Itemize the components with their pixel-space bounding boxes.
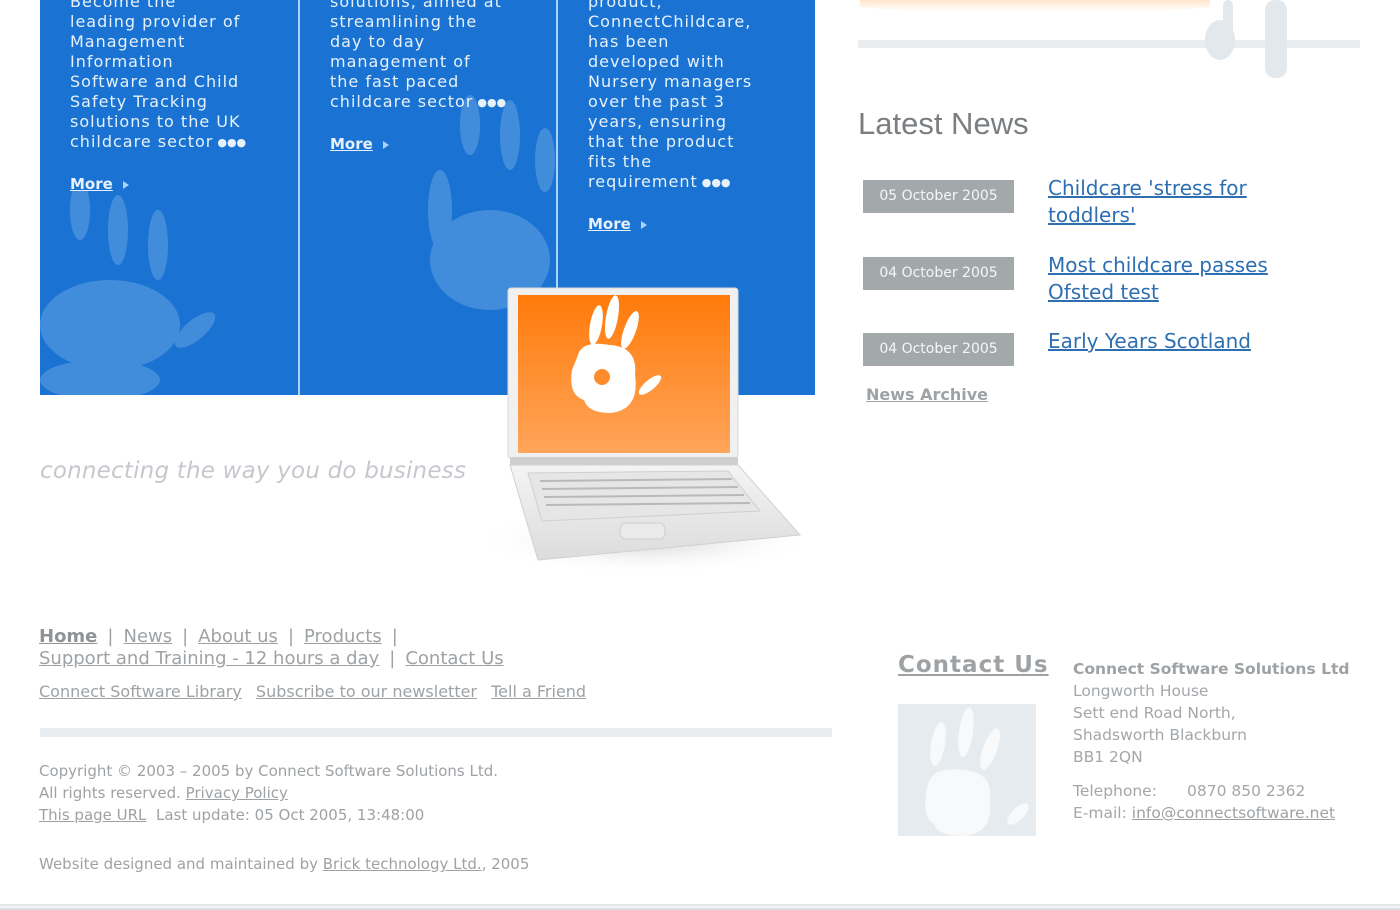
nav-about-link[interactable]: About us (198, 626, 278, 647)
news-title-link[interactable]: Most childcare passes Ofsted test (1048, 252, 1288, 306)
arrow-right-icon (640, 220, 647, 229)
ellipsis-icon: ●●● (701, 175, 731, 189)
newsletter-link[interactable]: Subscribe to our newsletter (256, 682, 477, 701)
software-library-link[interactable]: Connect Software Library (39, 682, 242, 701)
nav-separator: | (287, 626, 295, 647)
more-link[interactable]: More (588, 215, 647, 233)
nav-separator: | (182, 626, 189, 647)
company-name: Connect Software Solutions Ltd (1073, 660, 1350, 678)
more-link[interactable]: More (70, 175, 129, 193)
last-update-text: Last update: 05 Oct 2005, 13:48:00 (155, 806, 425, 824)
nav-support-link[interactable]: Support and Training - 12 hours a day (39, 648, 379, 669)
tagline: connecting the way you do business (40, 458, 467, 484)
designer-credit-year: , 2005 (481, 855, 530, 873)
email-label: E-mail: (1073, 804, 1127, 822)
nav-home-link[interactable]: Home (39, 626, 97, 647)
nav-products-link[interactable]: Products (304, 626, 382, 647)
copyright-block: Copyright © 2003 – 2005 by Connect Softw… (39, 760, 498, 826)
arrow-right-icon (382, 140, 389, 149)
address-line: Sett end Road North, (1073, 704, 1236, 722)
promo-column-1: Become the leading provider of Managemen… (40, 0, 298, 395)
phone-label: Telephone: (1073, 782, 1157, 800)
address-line: Shadsworth Blackburn (1073, 726, 1247, 744)
promo-text: Become the leading provider of Managemen… (70, 0, 247, 151)
top-banner-glow (860, 0, 1210, 12)
privacy-policy-link[interactable]: Privacy Policy (186, 784, 288, 802)
contact-details: Connect Software Solutions Ltd Longworth… (1073, 658, 1349, 824)
promo-text: solutions, aimed at streamlining the day… (330, 0, 507, 111)
promo-text: product, ConnectChildcare, has been deve… (588, 0, 753, 191)
page-url-link[interactable]: This page URL (39, 806, 146, 824)
footer-nav: Home | News | About us | Products | Support and… (39, 626, 639, 670)
designer-credit: Website designed and maintained by Brick… (39, 855, 529, 873)
arrow-right-icon (122, 180, 129, 189)
handprint-icon (925, 707, 1029, 836)
handprint-decoration-icon (1205, 0, 1287, 78)
nav-separator: | (107, 626, 114, 647)
copyright-text: Copyright © 2003 – 2005 by Connect Softw… (39, 762, 499, 780)
nav-separator: | (391, 626, 398, 647)
laptop-illustration-icon (475, 287, 815, 575)
address-line: Longworth House (1073, 682, 1209, 700)
rights-text: All rights reserved. (39, 784, 181, 802)
news-date-badge: 04 October 2005 (863, 333, 1014, 366)
address-line: BB1 2QN (1073, 748, 1143, 766)
news-title-link[interactable]: Childcare 'stress for toddlers' (1048, 175, 1288, 229)
nav-contact-link[interactable]: Contact Us (405, 648, 503, 669)
footer-divider (40, 728, 832, 737)
page-bottom-rule (0, 904, 1400, 910)
news-date-badge: 05 October 2005 (863, 180, 1014, 213)
ellipsis-icon: ●●● (217, 135, 247, 149)
latest-news-heading: Latest News (858, 106, 1029, 141)
footer-secondary-links: Connect Software Library Subscribe to ou… (39, 682, 595, 701)
designer-credit-text: Website designed and maintained by (39, 855, 318, 873)
email-link[interactable]: info@connectsoftware.net (1132, 804, 1335, 822)
phone-number: 0870 850 2362 (1187, 782, 1306, 800)
news-archive-link[interactable]: News Archive (866, 385, 988, 404)
tell-a-friend-link[interactable]: Tell a Friend (491, 682, 586, 701)
ellipsis-icon: ●●● (477, 95, 507, 109)
nav-separator: | (389, 648, 396, 669)
nav-news-link[interactable]: News (123, 626, 172, 647)
news-date-badge: 04 October 2005 (863, 257, 1014, 290)
contact-us-heading-link[interactable]: Contact Us (898, 652, 1049, 678)
more-link[interactable]: More (330, 135, 389, 153)
contact-handprint-image (898, 704, 1036, 836)
news-title-link[interactable]: Early Years Scotland (1048, 328, 1288, 355)
designer-link[interactable]: Brick technology Ltd. (323, 855, 482, 873)
